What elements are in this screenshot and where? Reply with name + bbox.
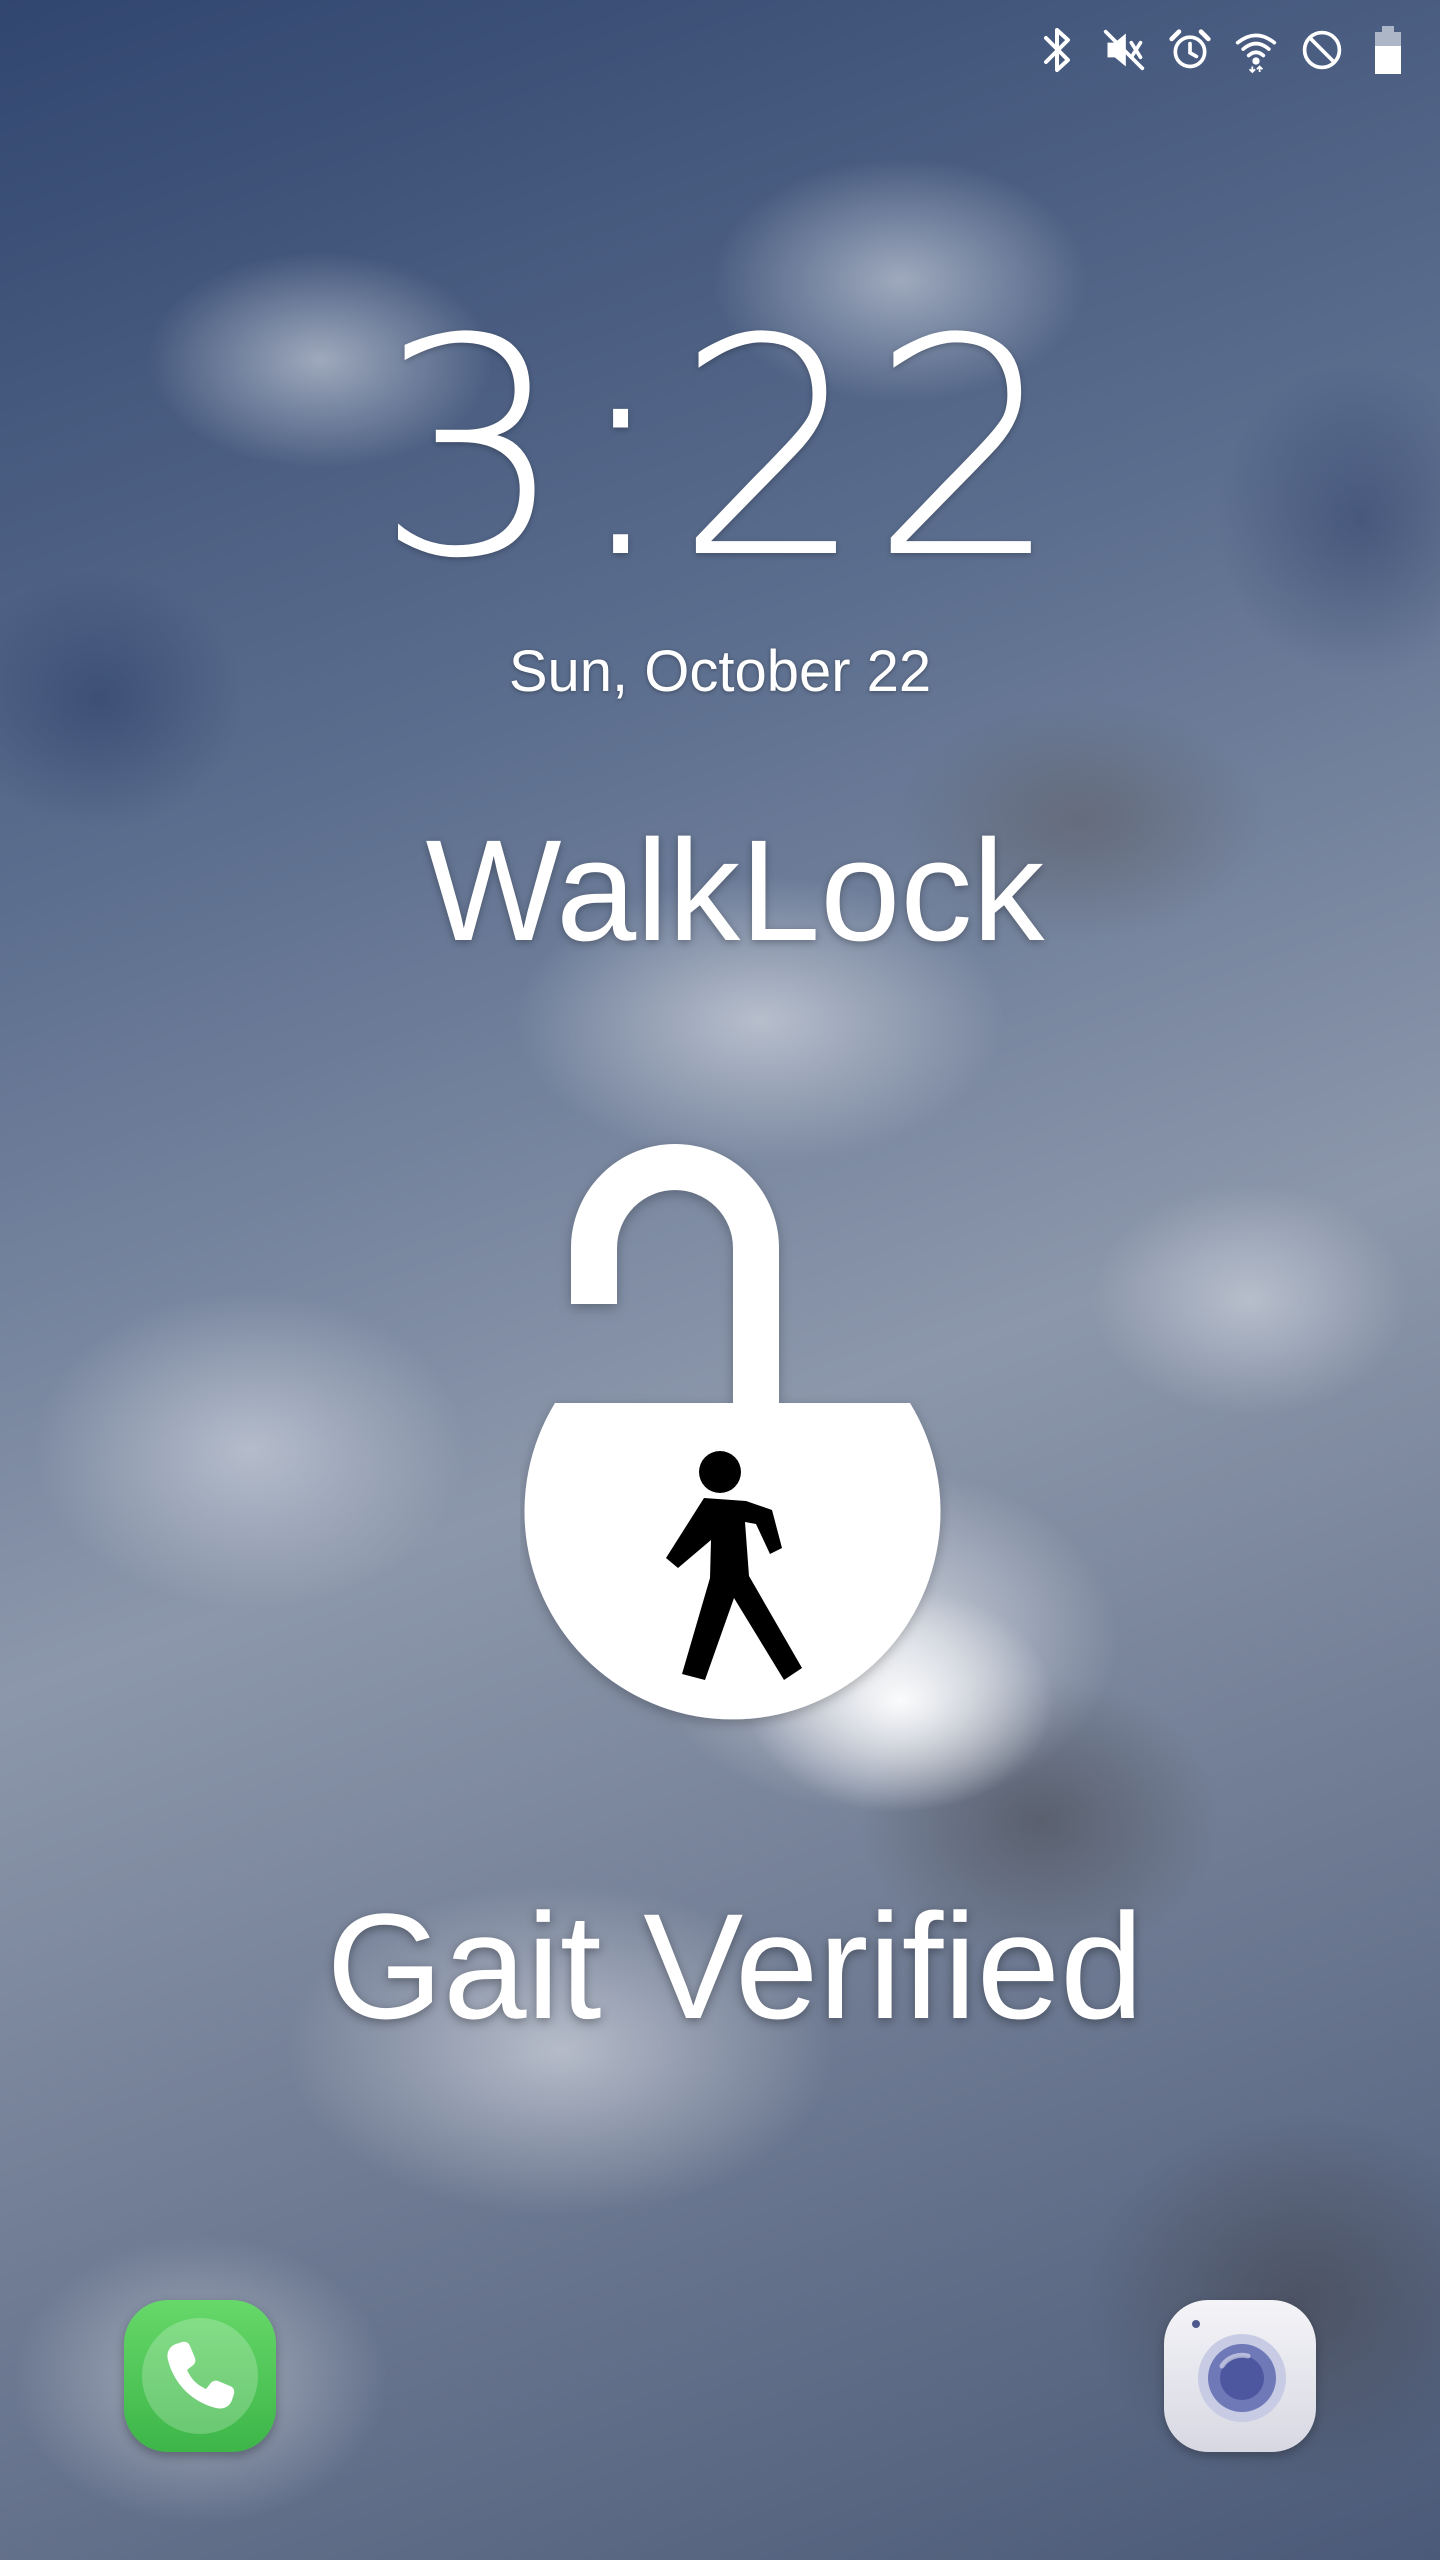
clock: 3:22	[375, 275, 1065, 624]
unlocked-padlock-icon	[520, 1108, 950, 1748]
battery-icon	[1366, 24, 1410, 76]
camera-icon	[1192, 2320, 1286, 2422]
date-label: Sun, October 22	[508, 639, 932, 704]
app-title: WalkLock	[425, 810, 1045, 971]
phone-shortcut-button[interactable]	[124, 2300, 276, 2452]
alarm-icon	[1168, 24, 1212, 76]
vibrate-mute-icon	[1102, 24, 1146, 76]
bluetooth-icon	[1036, 24, 1080, 76]
do-not-disturb-icon	[1300, 24, 1344, 76]
phone-icon	[142, 2318, 258, 2434]
wifi-icon	[1234, 24, 1278, 76]
lock-screen: 3:22 Sun, October 22 WalkLock Gait Verif…	[0, 0, 1440, 2560]
gait-status-message: Gait Verified	[326, 1882, 1144, 2050]
camera-shortcut-button[interactable]	[1164, 2300, 1316, 2452]
status-bar	[1036, 18, 1410, 82]
